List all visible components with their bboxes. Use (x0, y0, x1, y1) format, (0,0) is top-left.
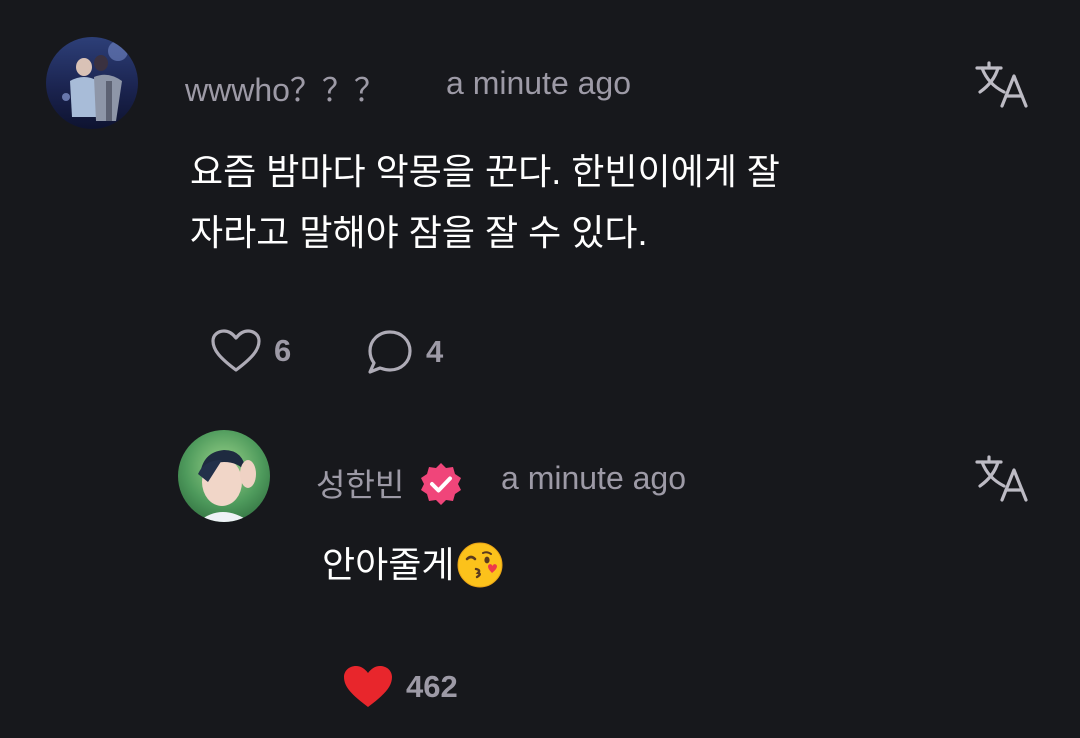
heart-outline-icon (211, 329, 261, 372)
reply-avatar[interactable] (178, 430, 270, 522)
reply-text: 안아줄게 (322, 541, 504, 589)
reply-text-content: 안아줄게 (322, 544, 455, 585)
reply-username[interactable]: 성한빈 (316, 460, 463, 506)
comment-text-line-2: 자라고 말해야 잠을 잘 수 있다. (190, 212, 648, 253)
reply-like-button[interactable]: 462 (342, 664, 458, 710)
translate-icon[interactable] (974, 58, 1030, 114)
comment-username[interactable]: wwwho？？？ (185, 65, 386, 111)
verified-badge-icon (421, 462, 462, 505)
reply-username-text: 성한빈 (316, 467, 405, 503)
reply-count: 4 (426, 334, 444, 369)
comment-timestamp: a minute ago (446, 65, 632, 101)
comment-text-line-1: 요즘 밤마다 악몽을 꾼다. 한빈이에게 잘 (190, 151, 780, 192)
avatar[interactable] (46, 37, 138, 129)
avatar-photo (46, 37, 138, 129)
avatar-photo (178, 430, 270, 522)
translate-icon[interactable] (974, 452, 1030, 508)
reply-like-count: 462 (406, 669, 458, 704)
like-count: 6 (274, 333, 292, 368)
face-blowing-kiss-emoji (457, 542, 503, 588)
like-button[interactable]: 6 (210, 328, 291, 374)
heart-filled-icon (344, 666, 392, 707)
speech-bubble-icon (368, 330, 412, 374)
comment-text: 요즘 밤마다 악몽을 꾼다. 한빈이에게 잘 자라고 말해야 잠을 잘 수 있다… (190, 148, 780, 257)
reply-timestamp: a minute ago (501, 460, 687, 496)
reply-button[interactable]: 4 (366, 328, 443, 376)
